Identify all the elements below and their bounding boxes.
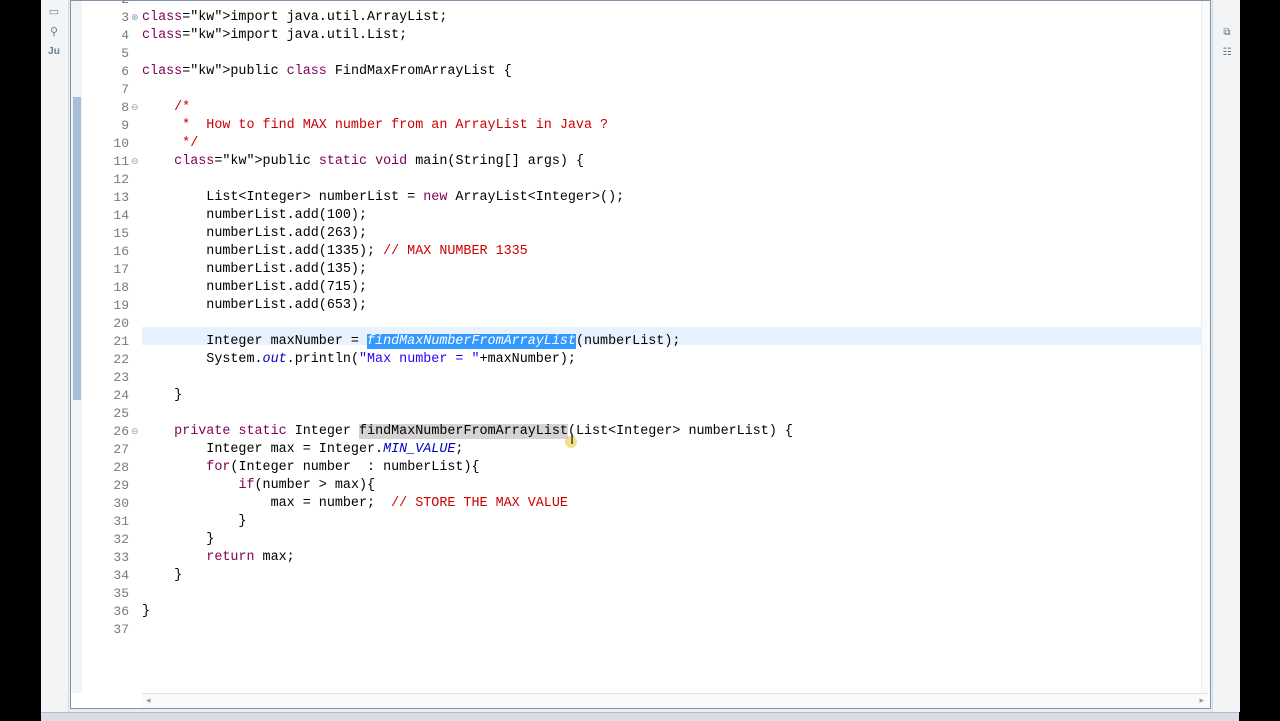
- line-number: 8: [121, 100, 129, 115]
- code-line[interactable]: return max;: [142, 549, 294, 567]
- line-number: 12: [113, 172, 129, 187]
- line-number: 9: [121, 118, 129, 133]
- overview-ruler[interactable]: [1201, 1, 1210, 693]
- code-line[interactable]: }: [142, 531, 214, 549]
- code-line[interactable]: numberList.add(653);: [142, 297, 367, 315]
- code-line[interactable]: }: [142, 603, 150, 621]
- outline-icon[interactable]: ☷: [1217, 44, 1237, 62]
- fold-toggle-icon[interactable]: ⊖: [131, 99, 140, 117]
- line-number: 13: [113, 190, 129, 205]
- code-line[interactable]: private static Integer findMaxNumberFrom…: [142, 423, 793, 441]
- line-number: 15: [113, 226, 129, 241]
- line-number-gutter: 23⊕45678⊖91011⊖1213141516171819202122232…: [82, 0, 142, 693]
- code-line[interactable]: System.out.println("Max number = "+maxNu…: [142, 351, 576, 369]
- code-line[interactable]: numberList.add(715);: [142, 279, 367, 297]
- line-number: 3: [121, 10, 129, 25]
- code-line[interactable]: Integer maxNumber = findMaxNumberFromArr…: [142, 333, 680, 351]
- code-line[interactable]: }: [142, 567, 182, 585]
- code-line[interactable]: numberList.add(1335); // MAX NUMBER 1335: [142, 243, 527, 261]
- line-number: 37: [113, 622, 129, 637]
- line-number: 4: [121, 28, 129, 43]
- code-line[interactable]: */: [142, 135, 198, 153]
- line-number: 28: [113, 460, 129, 475]
- fold-toggle-icon[interactable]: ⊕: [131, 9, 140, 27]
- line-number: 19: [113, 298, 129, 313]
- right-trim-toolbar: ⧉ ☷: [1212, 0, 1240, 712]
- code-line[interactable]: List<Integer> numberList = new ArrayList…: [142, 189, 624, 207]
- scroll-left-icon[interactable]: ◂: [146, 694, 151, 708]
- line-number: 14: [113, 208, 129, 223]
- line-number: 25: [113, 406, 129, 421]
- line-number: 32: [113, 532, 129, 547]
- line-number: 26: [113, 424, 129, 439]
- line-number: 33: [113, 550, 129, 565]
- text-cursor-icon: I: [570, 432, 575, 448]
- code-line[interactable]: class="kw">import java.util.ArrayList;: [142, 9, 447, 27]
- line-number: 29: [113, 478, 129, 493]
- line-number: 30: [113, 496, 129, 511]
- code-line[interactable]: class="kw">import java.util.List;: [142, 27, 407, 45]
- line-number: 16: [113, 244, 129, 259]
- fold-toggle-icon[interactable]: ⊖: [131, 423, 140, 441]
- code-line[interactable]: if(number > max){: [142, 477, 375, 495]
- line-number: 20: [113, 316, 129, 331]
- line-number: 24: [113, 388, 129, 403]
- line-number: 27: [113, 442, 129, 457]
- line-number: 2: [82, 0, 129, 9]
- line-number: 5: [121, 46, 129, 61]
- horizontal-scrollbar[interactable]: ◂ ▸: [142, 693, 1208, 708]
- code-line[interactable]: for(Integer number : numberList){: [142, 459, 479, 477]
- line-number: 31: [113, 514, 129, 529]
- code-line[interactable]: Integer max = Integer.MIN_VALUE;: [142, 441, 463, 459]
- line-number: 21: [113, 334, 129, 349]
- junit-icon[interactable]: Ju: [47, 45, 61, 59]
- left-annotation-ruler: [71, 1, 82, 693]
- code-line[interactable]: }: [142, 513, 246, 531]
- scroll-right-icon[interactable]: ▸: [1199, 694, 1204, 708]
- hierarchy-icon[interactable]: ⚲: [47, 25, 61, 39]
- line-number: 6: [121, 64, 129, 79]
- code-line[interactable]: numberList.add(263);: [142, 225, 367, 243]
- fold-toggle-icon[interactable]: ⊖: [131, 153, 140, 171]
- java-editor[interactable]: 23⊕45678⊖91011⊖1213141516171819202122232…: [70, 0, 1211, 709]
- ide-window: ▭ ⚲ Ju 23⊕45678⊖91011⊖121314151617181920…: [41, 0, 1240, 721]
- code-line[interactable]: numberList.add(100);: [142, 207, 367, 225]
- left-trim-toolbar: ▭ ⚲ Ju: [41, 0, 69, 712]
- code-line[interactable]: numberList.add(135);: [142, 261, 367, 279]
- code-line[interactable]: max = number; // STORE THE MAX VALUE: [142, 495, 568, 513]
- code-line[interactable]: class="kw">public class FindMaxFromArray…: [142, 63, 512, 81]
- line-number: 35: [113, 586, 129, 601]
- code-line[interactable]: * How to find MAX number from an ArrayLi…: [142, 117, 608, 135]
- code-area[interactable]: class="kw">import java.util.ArrayList; cl…: [142, 1, 1208, 693]
- line-number: 10: [113, 136, 129, 151]
- line-number: 36: [113, 604, 129, 619]
- line-number: 17: [113, 262, 129, 277]
- line-number: 34: [113, 568, 129, 583]
- line-number: 7: [121, 82, 129, 97]
- code-line[interactable]: }: [142, 387, 182, 405]
- code-line[interactable]: class="kw">public static void main(Strin…: [142, 153, 584, 171]
- code-line[interactable]: /*: [142, 99, 190, 117]
- change-marker: [73, 97, 81, 400]
- line-number: 23: [113, 370, 129, 385]
- line-number: 11: [113, 154, 129, 169]
- line-number: 18: [113, 280, 129, 295]
- restore-icon[interactable]: ⧉: [1217, 24, 1237, 42]
- line-number: 22: [113, 352, 129, 367]
- folder-icon[interactable]: ▭: [47, 5, 61, 19]
